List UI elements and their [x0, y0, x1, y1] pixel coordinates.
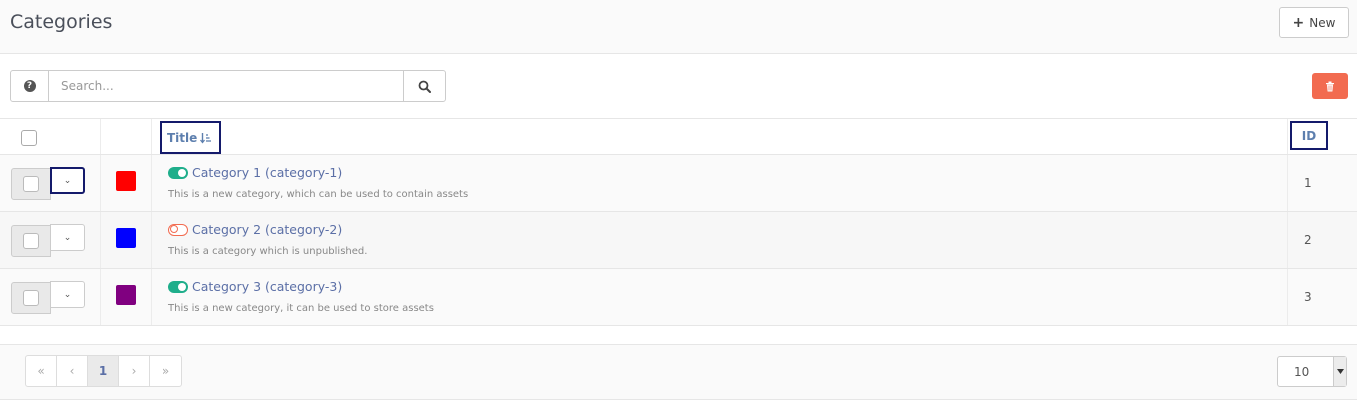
row-checkbox[interactable]	[23, 176, 39, 192]
category-title-link[interactable]: Category 3 (category-3)	[192, 279, 342, 294]
column-divider	[100, 212, 101, 268]
category-description: This is a new category, which can be use…	[168, 189, 469, 200]
table-row: ⌄ Category 1 (category-1) This is a new …	[0, 155, 1357, 212]
category-color-swatch	[116, 285, 136, 305]
column-divider	[151, 119, 152, 154]
column-divider	[151, 269, 152, 325]
chevron-down-icon: ⌄	[63, 175, 72, 186]
column-divider	[100, 119, 101, 154]
category-id: 3	[1304, 290, 1312, 304]
table-row: ⌄ Category 3 (category-3) This is a new …	[0, 269, 1357, 326]
row-checkbox[interactable]	[23, 290, 39, 306]
published-toggle-icon[interactable]	[168, 166, 188, 179]
sort-ascending-icon	[200, 132, 212, 144]
dropdown-arrow-icon	[1333, 357, 1346, 386]
row-select[interactable]	[11, 225, 51, 257]
column-divider	[1287, 269, 1288, 325]
row-actions-dropdown[interactable]: ⌄	[50, 224, 85, 251]
chevron-down-icon: ⌄	[63, 289, 72, 300]
column-divider	[1287, 119, 1288, 154]
category-id: 2	[1304, 233, 1312, 247]
category-title-link[interactable]: Category 2 (category-2)	[192, 222, 342, 237]
unpublished-toggle-icon[interactable]	[168, 223, 188, 236]
search-input[interactable]	[49, 71, 403, 101]
row-actions-dropdown[interactable]: ⌄	[50, 281, 85, 308]
category-color-swatch	[116, 171, 136, 191]
table-row: ⌄ Category 2 (category-2) This is a cate…	[0, 212, 1357, 269]
current-page-button[interactable]: 1	[88, 356, 119, 386]
category-color-swatch	[116, 228, 136, 248]
table-header: Title ID	[0, 118, 1357, 155]
published-toggle-icon[interactable]	[168, 280, 188, 293]
row-title-line: Category 3 (category-3)	[168, 279, 342, 294]
row-title-line: Category 1 (category-1)	[168, 165, 342, 180]
title-column-header[interactable]: Title	[160, 121, 221, 154]
new-button-label: New	[1309, 15, 1336, 30]
category-id: 1	[1304, 176, 1312, 190]
trash-icon	[1326, 81, 1334, 91]
next-page-button[interactable]: ›	[119, 356, 150, 386]
row-actions-dropdown[interactable]: ⌄	[50, 167, 85, 194]
search-help-button[interactable]: ?	[11, 71, 49, 101]
new-button[interactable]: + New	[1279, 7, 1349, 38]
categories-table: Title ID ⌄ Category 1 (category-1) This …	[0, 118, 1357, 326]
page-title: Categories	[10, 11, 113, 33]
question-circle-icon: ?	[23, 80, 36, 92]
search-button[interactable]	[403, 71, 445, 101]
plus-icon: +	[1292, 14, 1305, 31]
last-page-button[interactable]: »	[150, 356, 181, 386]
delete-button[interactable]	[1312, 73, 1348, 99]
category-title-link[interactable]: Category 1 (category-1)	[192, 165, 342, 180]
column-divider	[100, 155, 101, 211]
search-group: ?	[10, 70, 446, 102]
page-size-value: 10	[1294, 364, 1310, 379]
row-select[interactable]	[11, 282, 51, 314]
table-footer: « ‹ 1 › » 10	[0, 344, 1357, 400]
select-all-checkbox[interactable]	[21, 130, 37, 146]
title-column-label: Title	[167, 130, 198, 145]
previous-page-button[interactable]: ‹	[57, 356, 88, 386]
column-divider	[151, 212, 152, 268]
pagination: « ‹ 1 › »	[25, 355, 182, 387]
chevron-down-icon: ⌄	[63, 232, 72, 243]
page-size-select[interactable]: 10	[1277, 356, 1347, 387]
column-divider	[1287, 212, 1288, 268]
row-select[interactable]	[11, 168, 51, 200]
row-title-line: Category 2 (category-2)	[168, 222, 342, 237]
column-divider	[1287, 155, 1288, 211]
first-page-button[interactable]: «	[26, 356, 57, 386]
column-divider	[100, 269, 101, 325]
page-header: Categories + New	[0, 0, 1357, 54]
category-description: This is a category which is unpublished.	[168, 246, 368, 257]
id-column-header[interactable]: ID	[1290, 121, 1328, 150]
category-description: This is a new category, it can be used t…	[168, 303, 434, 314]
search-icon	[418, 80, 431, 93]
column-divider	[151, 155, 152, 211]
row-checkbox[interactable]	[23, 233, 39, 249]
